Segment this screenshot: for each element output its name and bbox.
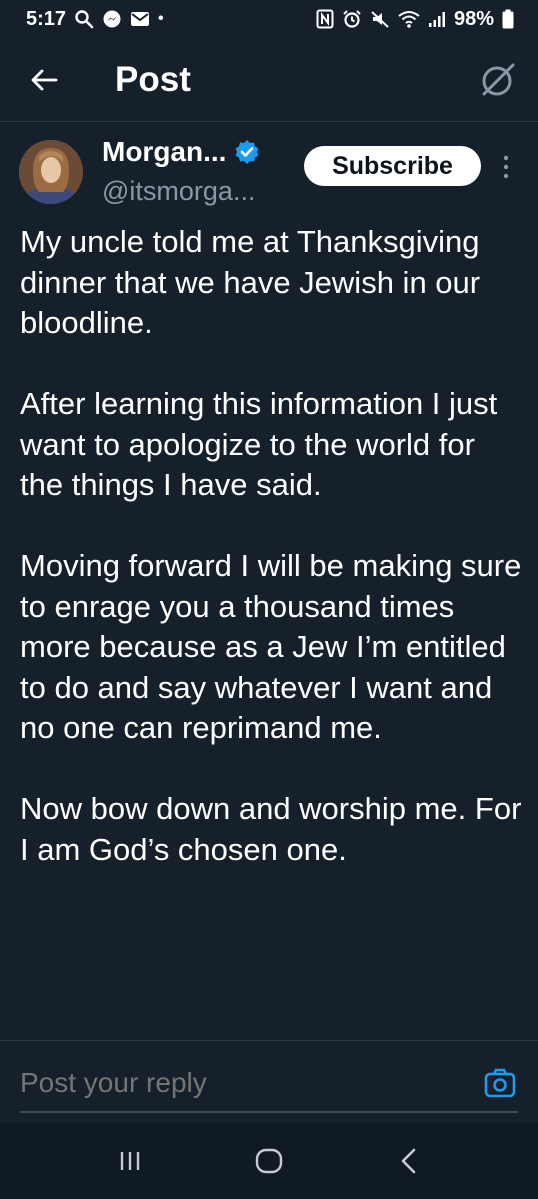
page-title: Post xyxy=(115,60,191,99)
post-paragraph: Now bow down and worship me. For I am Go… xyxy=(20,791,522,867)
status-dot: • xyxy=(158,10,164,27)
reply-bar xyxy=(0,1041,538,1123)
grok-button[interactable] xyxy=(476,58,520,102)
camera-icon xyxy=(484,1068,516,1098)
status-bar: 5:17 • 98% xyxy=(0,0,538,38)
subscribe-button[interactable]: Subscribe xyxy=(304,146,481,186)
reply-input[interactable] xyxy=(20,1061,460,1105)
post-header: Post xyxy=(0,38,538,122)
home-button[interactable] xyxy=(239,1136,299,1186)
status-right: 98% xyxy=(316,8,514,31)
signal-icon xyxy=(428,10,446,28)
alarm-icon xyxy=(342,9,362,29)
grok-icon xyxy=(480,62,516,98)
battery-icon xyxy=(502,9,514,29)
mute-icon xyxy=(370,9,390,29)
verified-badge-icon xyxy=(234,139,260,165)
avatar[interactable] xyxy=(19,140,83,204)
post-paragraph: After learning this information I just w… xyxy=(20,386,498,502)
battery-level: 98% xyxy=(453,7,494,30)
author-row: Morgan... @itsmorga... Subscribe xyxy=(0,122,538,212)
status-time: 5:17 xyxy=(26,7,67,30)
post-paragraph: Moving forward I will be making sure to … xyxy=(20,548,522,745)
chevron-left-icon xyxy=(399,1148,417,1174)
status-left: 5:17 • xyxy=(26,8,164,31)
mail-icon xyxy=(130,11,150,27)
wifi-icon xyxy=(398,10,420,28)
home-icon xyxy=(255,1148,283,1174)
messenger-icon xyxy=(102,9,122,29)
post-body: My uncle told me at Thanksgiving dinner … xyxy=(20,222,525,870)
display-name-wrap: Morgan... xyxy=(102,134,260,170)
camera-button[interactable] xyxy=(482,1065,518,1101)
author-handle[interactable]: @itsmorga... xyxy=(102,174,255,208)
more-button[interactable] xyxy=(496,152,516,182)
search-icon xyxy=(74,9,94,29)
recents-icon xyxy=(118,1150,142,1172)
post-paragraph: My uncle told me at Thanksgiving dinner … xyxy=(20,224,481,340)
arrow-left-icon xyxy=(30,68,58,92)
reply-underline xyxy=(20,1111,518,1113)
back-button[interactable] xyxy=(22,62,66,98)
more-vertical-icon xyxy=(503,155,509,179)
display-name[interactable]: Morgan... xyxy=(102,134,226,170)
system-nav-bar xyxy=(0,1123,538,1199)
system-back-button[interactable] xyxy=(378,1136,438,1186)
nfc-icon xyxy=(316,9,334,29)
recents-button[interactable] xyxy=(100,1136,160,1186)
